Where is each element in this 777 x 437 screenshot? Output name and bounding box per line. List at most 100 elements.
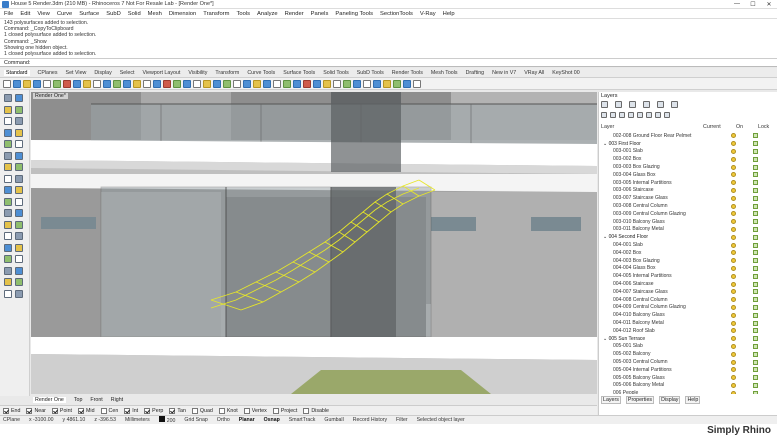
copy-icon[interactable] xyxy=(63,79,71,88)
layer-icon[interactable] xyxy=(203,79,211,88)
layer-lock-icon[interactable] xyxy=(753,226,758,232)
col-layer[interactable]: Layer xyxy=(601,124,703,131)
layer-row[interactable]: 004-005 Internal Partitions xyxy=(601,272,776,280)
layer-lock-icon[interactable] xyxy=(753,203,758,209)
osnap-point[interactable]: Point xyxy=(51,407,72,414)
menu-help[interactable]: Help xyxy=(443,11,455,17)
tab-vray-all[interactable]: VRay All xyxy=(524,70,544,76)
delete-layer-icon[interactable] xyxy=(619,112,625,118)
ellipse-icon[interactable] xyxy=(15,128,23,137)
layer-on-bulb-icon[interactable] xyxy=(731,304,736,310)
layer-row[interactable]: 004-004 Glass Box xyxy=(601,265,776,273)
layer-on-bulb-icon[interactable] xyxy=(731,242,736,248)
layer-row[interactable]: 004-008 Central Column xyxy=(601,296,776,304)
rotate-icon[interactable] xyxy=(4,209,12,217)
properties-icon[interactable] xyxy=(15,289,23,298)
layer-on-bulb-icon[interactable] xyxy=(731,297,736,303)
layer-lock-icon[interactable] xyxy=(753,320,758,326)
zoom-extents-icon[interactable] xyxy=(133,79,141,88)
layer-row[interactable]: 004-003 Box Glazing xyxy=(601,257,776,265)
layer-lock-icon[interactable] xyxy=(753,172,758,178)
osnap-knot[interactable]: Knot xyxy=(218,407,238,414)
grid-snap-toggle[interactable]: Grid Snap xyxy=(184,417,207,423)
menu-v-ray[interactable]: V-Ray xyxy=(420,11,436,17)
filter-icon[interactable] xyxy=(646,112,652,118)
tab-display[interactable]: Display xyxy=(94,70,111,76)
layer-lock-icon[interactable] xyxy=(753,148,758,154)
array-icon[interactable] xyxy=(383,79,391,88)
layer-row[interactable]: 004-011 Balcony Metal xyxy=(601,319,776,327)
tab-transform[interactable]: Transform xyxy=(215,70,239,76)
layer-row[interactable]: 005-003 Central Column xyxy=(601,358,776,366)
layer-row[interactable]: 003-002 Box xyxy=(601,155,776,163)
layer-lock-icon[interactable] xyxy=(753,304,758,310)
layer-lock-icon[interactable] xyxy=(753,156,758,162)
smarttrack-toggle[interactable]: SmartTrack xyxy=(289,417,316,423)
layer-row[interactable]: 003-001 Slab xyxy=(601,148,776,156)
explode-icon[interactable] xyxy=(15,243,23,252)
rectangle-icon[interactable] xyxy=(4,140,12,148)
minimize-button[interactable]: — xyxy=(729,1,745,8)
menu-dimension[interactable]: Dimension xyxy=(169,11,196,17)
layer-lock-icon[interactable] xyxy=(753,351,758,357)
layer-group-row[interactable]: ⌄ 005 Sun Terrace xyxy=(601,335,776,343)
osnap-checkbox[interactable] xyxy=(303,407,310,414)
layer-on-bulb-icon[interactable] xyxy=(731,328,736,334)
osnap-checkbox[interactable] xyxy=(218,407,225,414)
layer-row[interactable]: 003-005 Internal Partitions xyxy=(601,179,776,187)
layer-lock-icon[interactable] xyxy=(753,343,758,349)
menu-subd[interactable]: SubD xyxy=(106,11,121,17)
view-tab-top[interactable]: Top xyxy=(74,397,83,403)
layer-on-bulb-icon[interactable] xyxy=(731,180,736,186)
layer-lock-icon[interactable] xyxy=(753,281,758,287)
lock-icon[interactable] xyxy=(15,278,23,286)
layer-on-bulb-icon[interactable] xyxy=(731,265,736,271)
mesh-icon[interactable] xyxy=(15,186,23,194)
copy-icon[interactable] xyxy=(15,197,23,206)
layer-row[interactable]: 003-004 Glass Box xyxy=(601,171,776,179)
layer-on-bulb-icon[interactable] xyxy=(731,312,736,318)
layer-lock-icon[interactable] xyxy=(753,250,758,256)
osnap-quad[interactable]: Quad xyxy=(191,407,213,414)
gumball-toggle[interactable]: Gumball xyxy=(324,417,343,423)
osnap-checkbox[interactable] xyxy=(124,407,131,414)
layer-lock-icon[interactable] xyxy=(753,273,758,279)
dimension-icon[interactable] xyxy=(353,79,361,88)
layer-lock-icon[interactable] xyxy=(753,242,758,248)
layer-on-bulb-icon[interactable] xyxy=(731,289,736,295)
surface-icon[interactable] xyxy=(15,151,23,160)
viewport-render-one[interactable]: Render One* xyxy=(31,92,597,394)
line-icon[interactable] xyxy=(4,105,12,114)
lock-icon[interactable] xyxy=(183,79,191,88)
layer-row[interactable]: 004-001 Slab xyxy=(601,241,776,249)
tools-icon[interactable] xyxy=(655,112,661,118)
record-history-toggle[interactable]: Record History xyxy=(353,417,387,423)
layer-lock-icon[interactable] xyxy=(753,234,758,240)
move-icon[interactable] xyxy=(4,197,12,206)
circle-icon[interactable] xyxy=(15,117,23,125)
osnap-icon[interactable] xyxy=(283,79,291,88)
layer-row[interactable]: 004-010 Balcony Glass xyxy=(601,311,776,319)
layer-on-bulb-icon[interactable] xyxy=(731,148,736,154)
layer-lock-icon[interactable] xyxy=(753,336,758,342)
viewport-label[interactable]: Render One* xyxy=(33,93,68,99)
environment-icon[interactable] xyxy=(671,101,678,108)
layer-row[interactable]: 005-006 Balcony Metal xyxy=(601,382,776,390)
zoom-window-icon[interactable] xyxy=(143,79,151,88)
layer-on-bulb-icon[interactable] xyxy=(731,219,736,225)
snap-icon[interactable] xyxy=(273,79,281,88)
layer-lock-icon[interactable] xyxy=(753,390,758,394)
osnap-checkbox[interactable] xyxy=(3,407,9,414)
menu-solid[interactable]: Solid xyxy=(128,11,141,17)
layer-on-bulb-icon[interactable] xyxy=(731,382,736,388)
light-icon[interactable] xyxy=(243,79,251,88)
layer-lock-icon[interactable] xyxy=(753,164,758,170)
menu-curve[interactable]: Curve xyxy=(57,11,72,17)
layer-lock-icon[interactable] xyxy=(753,133,758,139)
layer-on-bulb-icon[interactable] xyxy=(731,351,736,357)
layer-on-bulb-icon[interactable] xyxy=(731,359,736,365)
layer-row[interactable]: 003-008 Central Column xyxy=(601,202,776,210)
layer-on-bulb-icon[interactable] xyxy=(731,234,736,240)
layer-row[interactable]: 004-006 Staircase xyxy=(601,280,776,288)
osnap-vertex[interactable]: Vertex xyxy=(243,407,267,414)
